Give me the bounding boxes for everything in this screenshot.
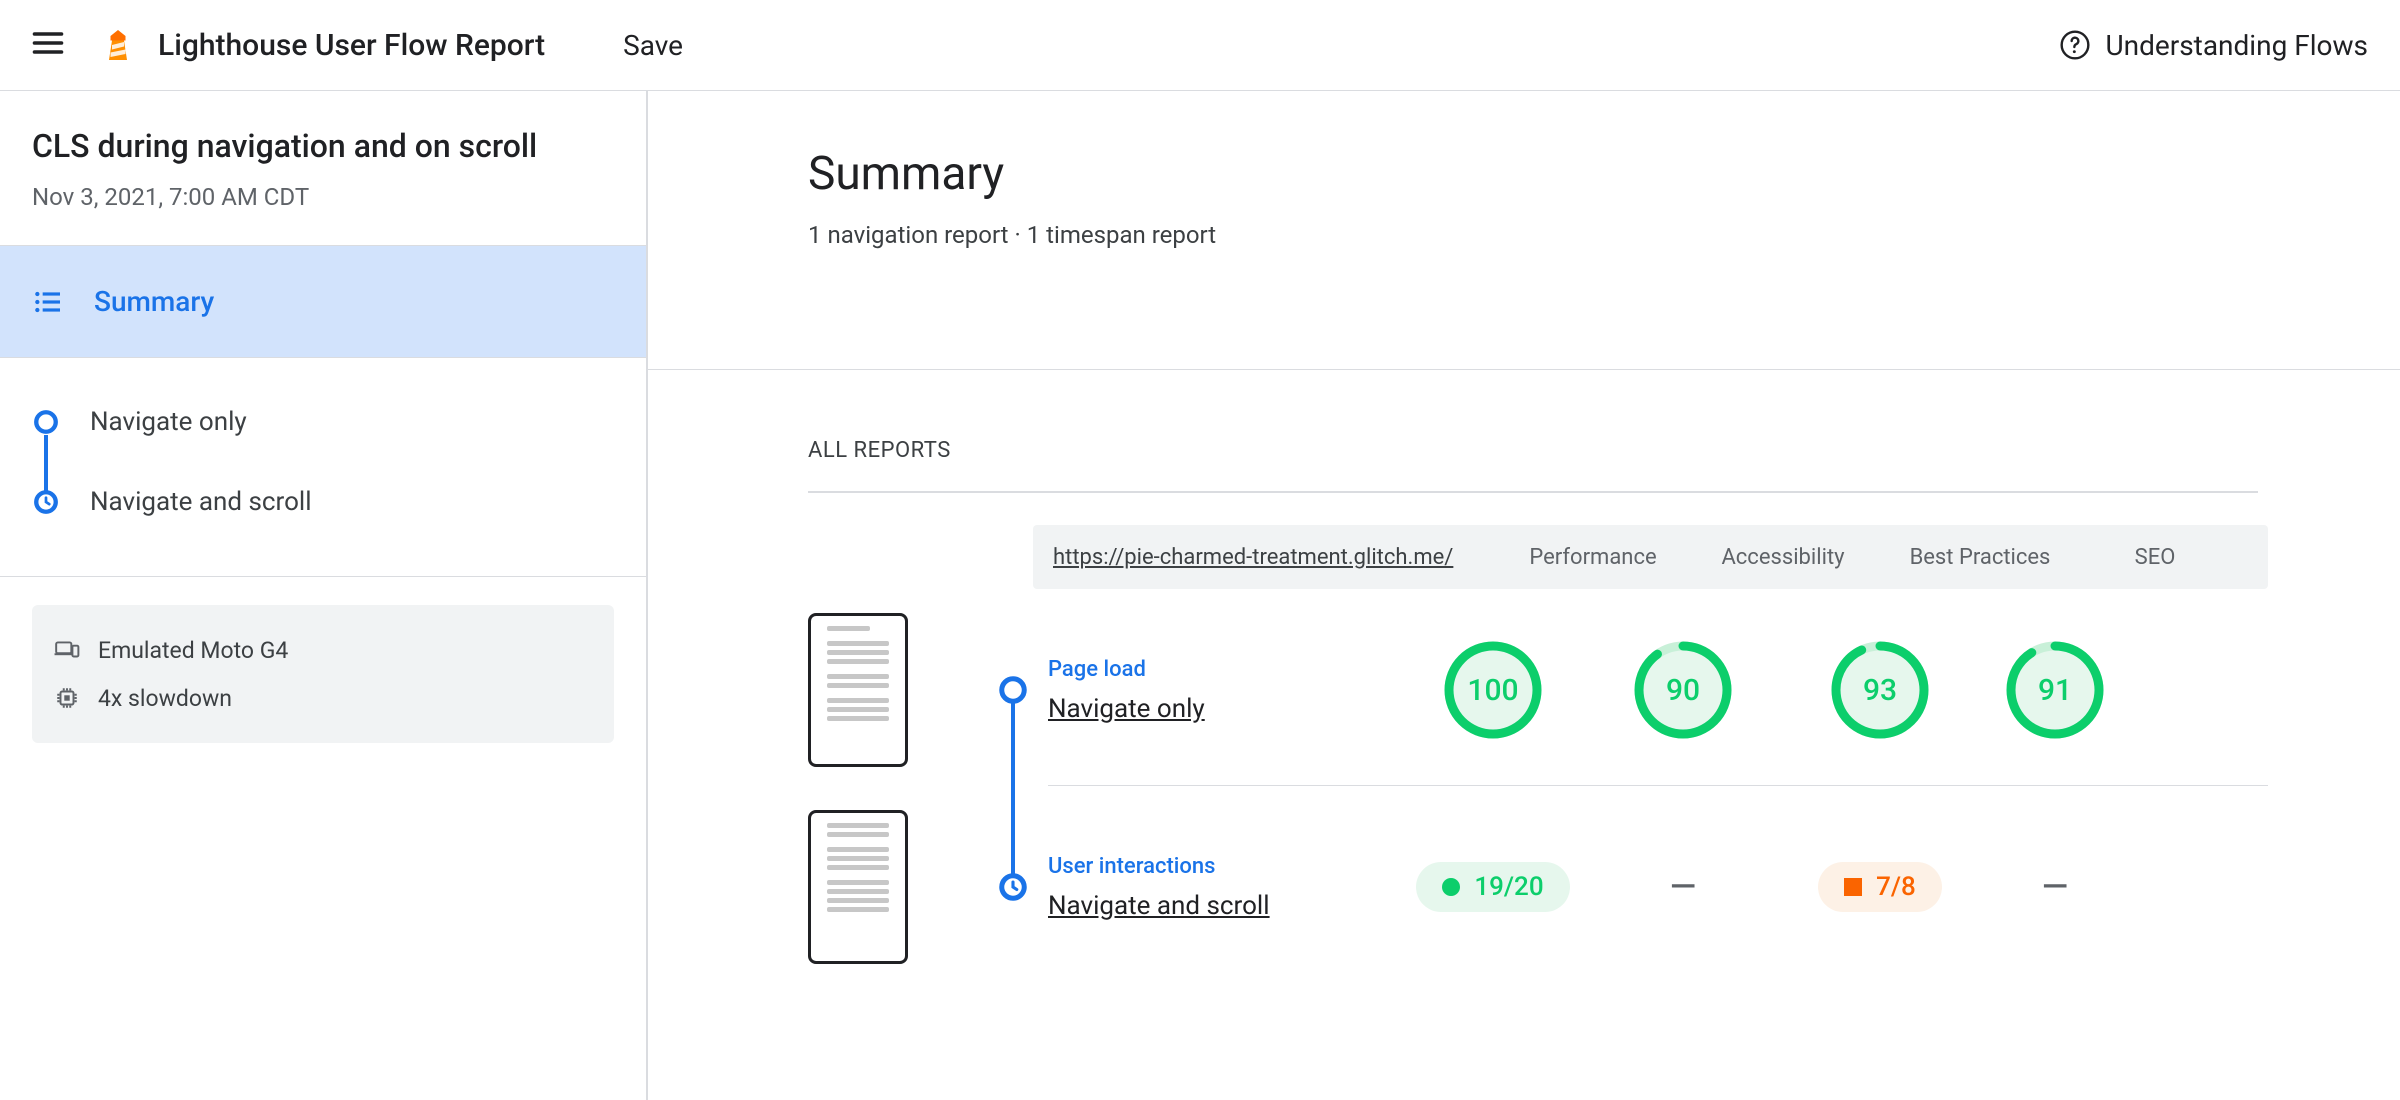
sidebar-step-navigate-only[interactable]: Navigate only (32, 382, 614, 462)
report-url[interactable]: https://pie-charmed-treatment.glitch.me/ (1053, 545, 1453, 570)
env-device-text: Emulated Moto G4 (98, 637, 288, 664)
devices-icon (54, 637, 80, 663)
gauge-best-practices[interactable]: 93 (1830, 640, 1930, 740)
timespan-marker-icon (978, 810, 1048, 964)
help-icon (2059, 29, 2091, 61)
pass-dot-icon (1442, 878, 1460, 896)
table-row: User interactions Navigate and scroll 19… (808, 810, 2268, 964)
not-applicable: — (2042, 867, 2068, 907)
page-subtitle: 1 navigation report · 1 timespan report (808, 221, 2400, 249)
not-applicable: — (1670, 867, 1696, 907)
flow-date: Nov 3, 2021, 7:00 AM CDT (32, 183, 614, 211)
table-row: Page load Navigate only 100 90 93 91 (808, 613, 2268, 767)
topbar: Lighthouse User Flow Report Save Underst… (0, 0, 2400, 91)
all-reports-label: ALL REPORTS (808, 438, 2300, 463)
sidebar-header: CLS during navigation and on scroll Nov … (0, 91, 646, 246)
row-step-link[interactable]: Navigate and scroll (1048, 891, 1398, 921)
sidebar-steps: Navigate only Navigate and scroll (0, 358, 646, 577)
sidebar: CLS during navigation and on scroll Nov … (0, 91, 648, 1100)
help-link[interactable]: Understanding Flows (2059, 29, 2368, 62)
sidebar-step-navigate-and-scroll[interactable]: Navigate and scroll (32, 462, 614, 542)
divider (1048, 785, 2268, 786)
sidebar-step-label: Navigate and scroll (90, 487, 312, 517)
row-category: User interactions (1048, 854, 1398, 879)
help-label: Understanding Flows (2105, 29, 2368, 62)
gauge-performance[interactable]: 100 (1443, 640, 1543, 740)
navigation-marker-icon (32, 409, 60, 435)
divider (808, 491, 2258, 493)
table-header: https://pie-charmed-treatment.glitch.me/… (1033, 525, 2268, 589)
app-title: Lighthouse User Flow Report (158, 28, 545, 63)
gauge-seo[interactable]: 91 (2005, 640, 2105, 740)
col-best-practices: Best Practices (1910, 545, 2051, 570)
col-accessibility: Accessibility (1721, 545, 1844, 570)
summary-label: Summary (94, 285, 214, 318)
env-device: Emulated Moto G4 (54, 627, 592, 673)
summary-list-icon (32, 286, 64, 318)
sidebar-step-label: Navigate only (90, 407, 247, 437)
cpu-icon (54, 685, 80, 711)
screenshot-thumbnail (808, 613, 908, 767)
sidebar-item-summary[interactable]: Summary (0, 246, 646, 358)
env-cpu-text: 4x slowdown (98, 685, 232, 712)
flow-title: CLS during navigation and on scroll (32, 127, 614, 165)
page-title: Summary (808, 147, 2400, 201)
col-seo: SEO (2135, 545, 2176, 570)
row-category: Page load (1048, 657, 1398, 682)
fraction-best-practices[interactable]: 7/8 (1818, 862, 1942, 912)
average-square-icon (1844, 878, 1862, 896)
lighthouse-logo-icon (100, 27, 136, 63)
env-cpu: 4x slowdown (54, 675, 592, 721)
col-performance: Performance (1529, 545, 1656, 570)
save-button[interactable]: Save (623, 29, 683, 62)
main-content: Summary 1 navigation report · 1 timespan… (648, 91, 2400, 1100)
timespan-marker-icon (32, 489, 60, 515)
menu-icon[interactable] (18, 13, 78, 77)
fraction-performance[interactable]: 19/20 (1416, 862, 1569, 912)
gauge-accessibility[interactable]: 90 (1633, 640, 1733, 740)
screenshot-thumbnail (808, 810, 908, 964)
reports-table: https://pie-charmed-treatment.glitch.me/… (808, 525, 2268, 964)
environment-box: Emulated Moto G4 4x slowdown (32, 605, 614, 743)
row-step-link[interactable]: Navigate only (1048, 694, 1398, 724)
